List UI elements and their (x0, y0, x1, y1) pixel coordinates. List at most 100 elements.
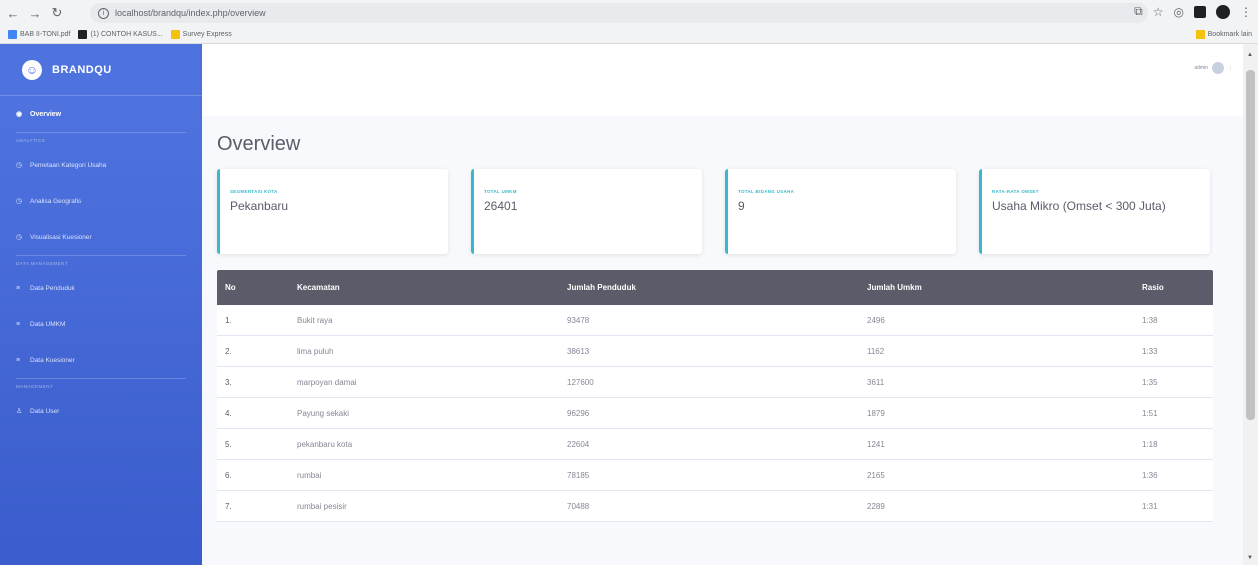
browser-toolbar: ← → ↻ i localhost/brandqu/index.php/over… (0, 0, 1258, 26)
scroll-down-icon[interactable]: ▼ (1247, 555, 1253, 561)
address-bar[interactable]: i localhost/brandqu/index.php/overview (90, 3, 1148, 23)
table-row: 3. marpoyan damai 127600 3611 1:35 (217, 367, 1213, 398)
table-row: 5. pekanbaru kota 22604 1241 1:18 (217, 429, 1213, 460)
table-cell: Bukit raya (297, 315, 333, 325)
brand[interactable]: ☺ BRANDQU (0, 44, 202, 96)
bookmark-item[interactable]: Survey Express (170, 30, 232, 39)
table-row: 6. rumbai 78185 2165 1:36 (217, 460, 1213, 491)
table-cell: 1. (225, 315, 232, 325)
sidebar-item-data-user[interactable]: ♙ Data User (0, 393, 202, 429)
brand-name: BRANDQU (52, 63, 112, 76)
table-cell: 78185 (567, 470, 590, 480)
column-header: Jumlah Umkm (867, 283, 922, 292)
table-cell: Payung sekaki (297, 408, 350, 418)
a-icon (78, 30, 88, 39)
table-cell: 5. (225, 439, 232, 449)
table-cell: 2165 (867, 470, 885, 480)
scroll-up-icon[interactable]: ▲ (1247, 52, 1253, 58)
chart-icon: ◷ (16, 198, 23, 205)
chevron-icon: ⋮ (1228, 65, 1233, 71)
tab-icon[interactable] (1194, 5, 1206, 18)
table-cell: 1:36 (1142, 470, 1158, 480)
table-cell: 1:33 (1142, 346, 1158, 356)
folder-icon (1195, 30, 1205, 39)
card-label: RATA-RATA OMSET (992, 189, 1039, 194)
chart-icon: ◷ (16, 162, 23, 169)
table-cell: 1:38 (1142, 315, 1158, 325)
table-row: 4. Payung sekaki 96296 1879 1:51 (217, 398, 1213, 429)
url-text: localhost/brandqu/index.php/overview (115, 8, 266, 18)
page-title: Overview (217, 133, 301, 155)
card-label: SEGMENTASI KOTA (230, 189, 278, 194)
table-row: 1. Bukit raya 93478 2496 1:38 (217, 305, 1213, 336)
card-value: Usaha Mikro (Omset < 300 Juta) (992, 199, 1166, 213)
forward-arrow-icon[interactable]: → (26, 4, 44, 22)
table-header: No Kecamatan Jumlah Penduduk Jumlah Umkm… (217, 270, 1213, 305)
bookmark-item[interactable]: BAB II-TONI.pdf (8, 30, 70, 39)
table-row: 2. lima puluh 38613 1162 1:33 (217, 336, 1213, 367)
stat-card: TOTAL UMKM 26401 (471, 169, 702, 254)
bookmarks-other[interactable]: Bookmark lain (1195, 30, 1252, 39)
table-cell: 1241 (867, 439, 885, 449)
install-icon[interactable]: ⧉ (1134, 4, 1143, 19)
card-value: Pekanbaru (230, 199, 289, 213)
table-cell: 93478 (567, 315, 590, 325)
sidebar-item-data-kuesioner[interactable]: ≡ Data Kuesioner (0, 342, 202, 378)
extension-icon[interactable]: ◎ (1174, 5, 1184, 19)
back-arrow-icon[interactable]: ← (4, 4, 22, 22)
table-cell: 6. (225, 470, 232, 480)
table-cell: 4. (225, 408, 232, 418)
sidebar-heading: MANAGEMENT (16, 383, 54, 389)
stat-card: TOTAL BIDANG USAHA 9 (725, 169, 956, 254)
kecamatan-table: No Kecamatan Jumlah Penduduk Jumlah Umkm… (217, 270, 1213, 522)
table-cell: 70488 (567, 501, 590, 511)
avatar (1212, 62, 1224, 74)
table-cell: 1879 (867, 408, 885, 418)
username: admin (1194, 65, 1208, 71)
table-cell: pekanbaru kota (297, 439, 353, 449)
column-header: Jumlah Penduduk (567, 283, 636, 292)
reload-icon[interactable]: ↻ (48, 4, 66, 22)
sidebar-item-data-umkm[interactable]: ≡ Data UMKM (0, 306, 202, 342)
star-icon[interactable]: ☆ (1153, 5, 1164, 19)
chart-icon: ◷ (16, 234, 23, 241)
sidebar: ☺ BRANDQU ◉ Overview ANALYTICS ◷ Pemetaa… (0, 44, 202, 565)
scroll-thumb[interactable] (1246, 70, 1255, 420)
table-row: 7. rumbai pesisir 70488 2289 1:31 (217, 491, 1213, 522)
table-cell: 2289 (867, 501, 885, 511)
table-cell: 2496 (867, 315, 885, 325)
table-cell: rumbai pesisir (297, 501, 347, 511)
user-dropdown[interactable]: admin ⋮ (1194, 62, 1233, 74)
sidebar-item-pemetaan[interactable]: ◷ Pemetaan Kategori Usaha (0, 147, 202, 183)
sidebar-item-visualisasi[interactable]: ◷ Visualisasi Kuesioner (0, 219, 202, 255)
pdf-icon (8, 30, 17, 39)
site-info-icon[interactable]: i (98, 7, 109, 19)
card-label: TOTAL BIDANG USAHA (738, 189, 795, 194)
card-value: 9 (738, 199, 745, 213)
card-value: 26401 (484, 199, 518, 213)
sidebar-item-overview[interactable]: ◉ Overview (0, 96, 202, 132)
stat-card: SEGMENTASI KOTA Pekanbaru (217, 169, 448, 254)
table-cell: 3. (225, 377, 232, 387)
bookmarks-bar: BAB II-TONI.pdf (1) CONTOH KASUS... Surv… (0, 26, 1258, 44)
table-cell: 1:18 (1142, 439, 1158, 449)
profile-icon[interactable] (1216, 4, 1230, 19)
menu-icon[interactable]: ⋮ (1240, 5, 1252, 19)
table-cell: 1:31 (1142, 501, 1158, 511)
bookmark-item[interactable]: (1) CONTOH KASUS... (78, 30, 163, 39)
table-cell: 2. (225, 346, 232, 356)
user-icon: ♙ (16, 408, 23, 415)
sidebar-item-analisa[interactable]: ◷ Analisa Geografis (0, 183, 202, 219)
sidebar-item-data-penduduk[interactable]: ≡ Data Penduduk (0, 270, 202, 306)
dashboard-icon: ◉ (16, 111, 23, 118)
column-header: Rasio (1142, 283, 1164, 292)
column-header: Kecamatan (297, 283, 340, 292)
list-icon: ≡ (16, 356, 21, 364)
list-icon: ≡ (16, 320, 21, 328)
sidebar-heading: ANALYTICS (16, 137, 46, 143)
table-cell: 1:51 (1142, 408, 1158, 418)
table-cell: 96296 (567, 408, 590, 418)
page-scrollbar[interactable]: ▲ ▼ (1243, 44, 1258, 565)
table-cell: marpoyan damai (297, 377, 357, 387)
table-cell: 1:35 (1142, 377, 1158, 387)
